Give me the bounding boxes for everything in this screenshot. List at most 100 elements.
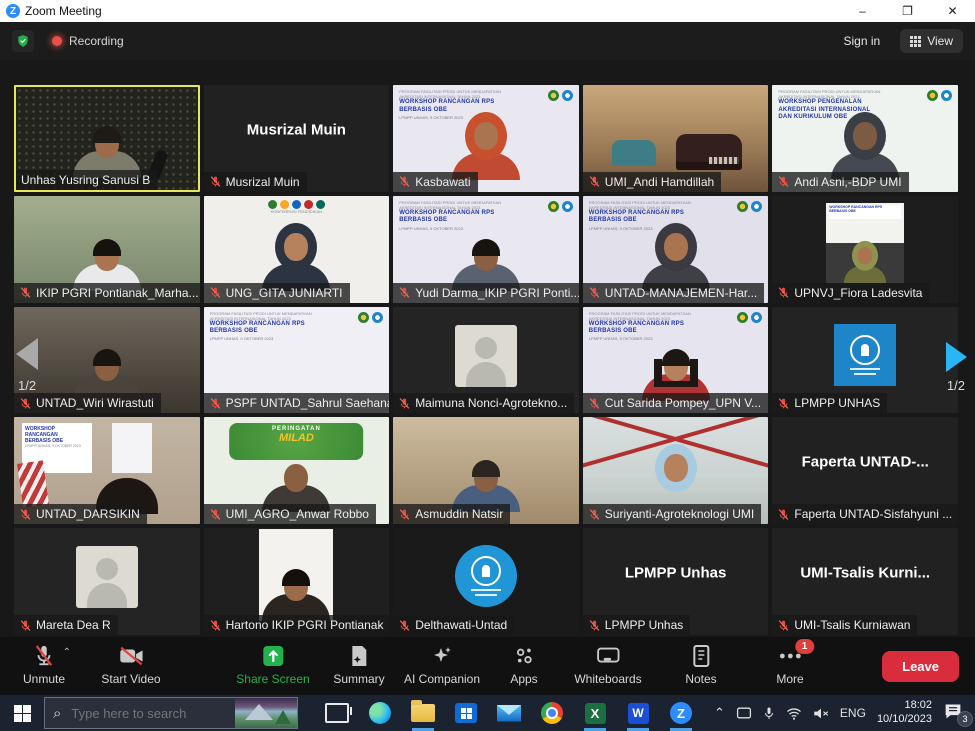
mic-muted-icon	[209, 397, 222, 410]
participant-figure	[634, 223, 718, 291]
chevron-up-icon[interactable]: ⌃	[63, 647, 71, 658]
tablet-mode-icon[interactable]	[736, 706, 752, 720]
participant-name-label: LPMPP Unhas	[583, 615, 691, 635]
sign-in-button[interactable]: Sign in	[834, 29, 891, 53]
participant-tile[interactable]: Musrizal MuinMusrizal Muin	[204, 85, 390, 192]
participant-tile[interactable]: UMI_Andi Hamdillah	[583, 85, 769, 192]
notification-count-badge: 3	[957, 711, 973, 727]
participant-tile[interactable]: IKIP PGRI Pontianak_Marha...	[14, 196, 200, 303]
share-screen-button[interactable]: Share Screen	[236, 643, 309, 686]
apps-icon	[513, 643, 535, 669]
shield-check-icon[interactable]	[12, 30, 34, 52]
recording-label: Recording	[69, 34, 124, 48]
search-input[interactable]	[69, 705, 223, 722]
more-button[interactable]: 1More	[776, 643, 803, 686]
participant-tile[interactable]: Unhas Yusring Sanusi B	[14, 85, 200, 192]
mic-muted-icon	[588, 508, 601, 521]
apps-button[interactable]: Apps	[510, 643, 537, 686]
participant-name-text: UPNVJ_Fiora Ladesvita	[794, 286, 922, 300]
participant-tile[interactable]: Asmuddin Natsir	[393, 417, 579, 524]
participant-tile[interactable]: PROGRAM FASILITASI PRODI UNTUK MENDAPATK…	[772, 85, 958, 192]
clock-date: 10/10/2023	[877, 713, 932, 727]
next-page-arrow[interactable]	[946, 342, 967, 372]
participant-tile[interactable]: PROGRAM FASILITASI PRODI UNTUK MENDAPATK…	[393, 196, 579, 303]
recording-dot-icon	[52, 36, 62, 46]
participant-name-label: Kasbawati	[393, 172, 477, 192]
search-scene-image	[235, 698, 297, 728]
recording-indicator[interactable]: Recording	[52, 34, 124, 48]
ai-companion-button[interactable]: AI Companion	[404, 643, 480, 686]
participant-tile[interactable]: Hartono IKIP PGRI Pontianak	[204, 528, 390, 635]
participant-name-label: Musrizal Muin	[204, 172, 307, 192]
chrome-taskbar-icon[interactable]	[539, 700, 565, 726]
whiteboards-button[interactable]: Whiteboards	[574, 643, 641, 686]
volume-muted-icon[interactable]	[813, 707, 829, 720]
participant-tile[interactable]: PROGRAM FASILITASI PRODI UNTUK MENDAPATK…	[583, 196, 769, 303]
tray-chevron-icon[interactable]: ⌃	[714, 705, 725, 721]
participant-name-label: UNTAD_DARSIKIN	[14, 504, 147, 524]
participant-name-text: PSPF UNTAD_Sahrul Saehana	[226, 396, 390, 410]
participant-tile[interactable]: WORKSHOP RANCANGAN RPS BERBASIS OBEUPNVJ…	[772, 196, 958, 303]
taskbar-clock[interactable]: 18:02 10/10/2023	[877, 699, 932, 727]
summary-button[interactable]: Summary	[333, 643, 384, 686]
task-view-taskbar-icon[interactable]	[324, 700, 350, 726]
page-indicator-left: 1/2	[18, 378, 36, 393]
word-taskbar-icon[interactable]: W	[625, 700, 651, 726]
unmute-button[interactable]: ⌃Unmute	[23, 643, 65, 686]
participant-tile[interactable]: Suriyanti-Agroteknologi UMI	[583, 417, 769, 524]
participant-name-text: UNTAD_DARSIKIN	[36, 507, 140, 521]
file-explorer-taskbar-icon[interactable]	[410, 700, 436, 726]
workshop-banner: PROGRAM FASILITASI PRODI UNTUK MENDAPATK…	[778, 89, 897, 121]
participant-tile[interactable]: PERINGATANMILADUMI_AGRO_Anwar Robbo	[204, 417, 390, 524]
participant-tile[interactable]: UMI-Tsalis Kurni...UMI-Tsalis Kurniawan	[772, 528, 958, 635]
store-taskbar-icon[interactable]	[453, 700, 479, 726]
participant-tile[interactable]: LPMPP UNHAS	[772, 307, 958, 414]
excel-taskbar-icon[interactable]: X	[582, 700, 608, 726]
workshop-banner: PROGRAM FASILITASI PRODI UNTUK MENDAPATK…	[210, 311, 355, 342]
workshop-banner: PROGRAM FASILITASI PRODI UNTUK MENDAPATK…	[399, 200, 518, 231]
participant-tile[interactable]: Delthawati-Untad	[393, 528, 579, 635]
taskbar-search[interactable]: ⌕	[44, 697, 298, 729]
participant-name-label: LPMPP UNHAS	[772, 393, 887, 413]
edge-taskbar-icon[interactable]	[367, 700, 393, 726]
share-screen-icon	[261, 643, 285, 669]
participant-tile[interactable]: Faperta UNTAD-...Faperta UNTAD-Sisfahyun…	[772, 417, 958, 524]
participant-tile[interactable]: Maimuna Nonci-Agrotekno...	[393, 307, 579, 414]
view-button[interactable]: View	[900, 29, 963, 53]
language-indicator[interactable]: ENG	[840, 706, 866, 720]
mic-muted-icon	[588, 619, 601, 632]
leave-button[interactable]: Leave	[882, 651, 959, 682]
participant-tile[interactable]: UNTAD_Wiri Wirastuti	[14, 307, 200, 414]
participant-figure	[634, 444, 718, 512]
participant-tile[interactable]: KONFERENSI PENDIDIKANUNG_GITA JUNIARTI	[204, 196, 390, 303]
wifi-icon[interactable]	[786, 707, 802, 720]
search-icon: ⌕	[53, 705, 61, 722]
participant-tile[interactable]: PROGRAM FASILITASI PRODI UNTUK MENDAPATK…	[583, 307, 769, 414]
mic-muted-icon	[398, 175, 411, 188]
participant-tile[interactable]: WORKSHOP RANCANGANBERBASIS OBELPMPP UNHA…	[14, 417, 200, 524]
notification-center-icon[interactable]: 3	[943, 702, 969, 724]
more-icon: 1	[778, 643, 802, 669]
teal-car	[612, 140, 656, 166]
maximize-button[interactable]: ❐	[885, 0, 930, 22]
institution-logos-banner: KONFERENSI PENDIDIKAN	[231, 200, 361, 214]
participant-tile[interactable]: LPMPP UnhasLPMPP Unhas	[583, 528, 769, 635]
microphone-tray-icon[interactable]	[763, 706, 775, 721]
zoom-taskbar-icon[interactable]: Z	[668, 700, 694, 726]
participant-name-text: Delthawati-Untad	[415, 618, 507, 632]
mail-taskbar-icon[interactable]	[496, 700, 522, 726]
participant-name-label: Asmuddin Natsir	[393, 504, 510, 524]
start-button[interactable]	[0, 695, 44, 731]
minimize-button[interactable]: –	[840, 0, 885, 22]
meeting-toolbar: Recording Sign in View	[0, 22, 975, 60]
participant-tile[interactable]: PROGRAM FASILITASI PRODI UNTUK MENDAPATK…	[204, 307, 390, 414]
notes-button[interactable]: Notes	[685, 643, 716, 686]
start-video-button[interactable]: Start Video	[101, 643, 160, 686]
dark-car	[676, 134, 742, 170]
close-button[interactable]: ✕	[930, 0, 975, 22]
previous-page-arrow[interactable]	[16, 338, 38, 370]
mic-muted-icon	[398, 619, 411, 632]
participant-tile[interactable]: PROGRAM FASILITASI PRODI UNTUK MENDAPATK…	[393, 85, 579, 192]
grid-view-icon	[910, 36, 921, 47]
participant-tile[interactable]: Mareta Dea R	[14, 528, 200, 635]
